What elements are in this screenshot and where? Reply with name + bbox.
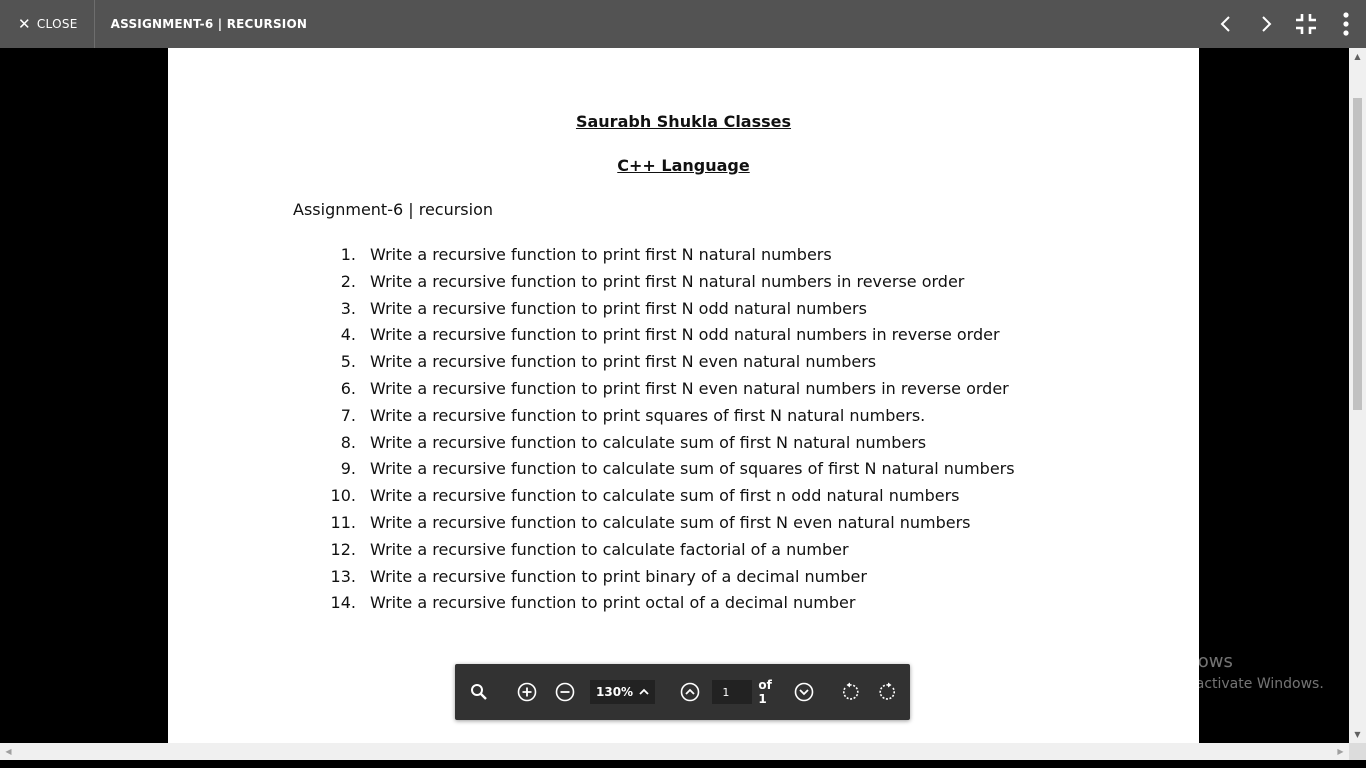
question-number: 9.	[340, 459, 356, 479]
zoom-level-value: 130%	[596, 685, 634, 699]
rotate-left-icon	[842, 682, 859, 700]
list-item: 8. Write a recursive function to calculat…	[324, 430, 1015, 457]
zoom-in-button[interactable]	[508, 664, 546, 720]
list-item: 7. Write a recursive function to print sq…	[324, 403, 1015, 430]
chevron-left-icon	[1220, 16, 1230, 32]
close-button[interactable]: ✕ CLOSE	[0, 0, 95, 48]
scroll-left-icon[interactable]: ◀	[0, 743, 17, 760]
question-number: 3.	[340, 298, 356, 318]
vertical-scroll-thumb[interactable]	[1353, 98, 1362, 410]
next-page-button[interactable]	[787, 664, 820, 720]
question-text: Write a recursive function to print firs…	[370, 245, 832, 264]
list-item: 3. Write a recursive function to print fi…	[324, 296, 1015, 323]
question-number: 2.	[340, 271, 356, 291]
question-text: Write a recursive function to print squa…	[370, 405, 926, 425]
question-number: 10.	[330, 486, 356, 506]
question-text: Write a recursive function to print octa…	[370, 593, 856, 613]
zoom-out-icon	[555, 682, 575, 702]
document-title: ASSIGNMENT-6 | RECURSION	[110, 17, 308, 31]
chevron-up-icon	[639, 688, 649, 695]
question-text: Write a recursive function to calculate …	[370, 459, 1015, 479]
watermark-subtitle: Go to Settings to activate Windows.	[1073, 676, 1324, 692]
close-icon: ✕	[18, 14, 31, 33]
bottom-strip	[0, 760, 1366, 768]
list-item: 12. Write a recursive function to calcula…	[324, 537, 1015, 564]
page-subheading: C++ Language	[617, 156, 750, 175]
list-item: 2. Write a recursive function to print fi…	[324, 269, 1015, 296]
list-item: 6. Write a recursive function to print fi…	[324, 376, 1015, 403]
question-number: 7.	[340, 405, 356, 425]
previous-page-icon	[680, 682, 700, 702]
question-number: 14.	[330, 593, 356, 613]
page-heading: Saurabh Shukla Classes	[575, 112, 792, 131]
list-item: 9. Write a recursive function to calculat…	[324, 456, 1015, 483]
list-item: 5. Write a recursive function to print fi…	[324, 349, 1015, 376]
vertical-scrollbar[interactable]: ▲ ▼	[1349, 48, 1366, 743]
rotate-right-button[interactable]	[869, 664, 907, 720]
question-text: Write a recursive function to calculate …	[370, 512, 971, 532]
next-document-button[interactable]	[1246, 0, 1286, 48]
question-text: Write a recursive function to print bina…	[370, 566, 867, 586]
top-actions	[1206, 0, 1366, 48]
pdf-toolbar: 130% of 1	[455, 664, 910, 720]
scroll-up-icon[interactable]: ▲	[1349, 48, 1366, 65]
question-list: 1. Write a recursive function to print fi…	[324, 242, 1015, 617]
question-text: Write a recursive function to print firs…	[370, 352, 877, 372]
question-text: Write a recursive function to print firs…	[370, 378, 1009, 398]
close-label: CLOSE	[36, 17, 78, 31]
search-icon	[471, 684, 487, 700]
list-item: 11. Write a recursive function to calcula…	[324, 510, 1015, 537]
list-item: 10. Write a recursive function to calcula…	[324, 483, 1015, 510]
document-page: Saurabh Shukla Classes C++ Language Assi…	[168, 48, 1199, 743]
horizontal-scrollbar[interactable]: ◀ ▶	[0, 743, 1349, 760]
question-number: 11.	[330, 512, 356, 532]
scroll-down-icon[interactable]: ▼	[1349, 726, 1366, 743]
list-item: 1. Write a recursive function to print fi…	[324, 242, 1015, 269]
list-item: 14. Write a recursive function to print o…	[324, 590, 1015, 617]
chevron-right-icon	[1262, 16, 1272, 32]
question-text: Write a recursive function to calculate …	[370, 486, 960, 506]
page-count-label: of 1	[758, 678, 772, 706]
question-number: 12.	[330, 539, 356, 559]
more-vertical-icon	[1343, 12, 1349, 36]
top-bar: ✕ CLOSE ASSIGNMENT-6 | RECURSION	[0, 0, 1366, 48]
question-number: 1.	[340, 245, 356, 264]
page-number-input[interactable]	[712, 680, 753, 704]
next-page-icon	[794, 682, 814, 702]
rotate-left-button[interactable]	[831, 664, 869, 720]
exit-fullscreen-icon	[1296, 14, 1316, 34]
scrollbar-corner	[1349, 743, 1366, 760]
previous-document-button[interactable]	[1206, 0, 1246, 48]
question-text: Write a recursive function to calculate …	[370, 539, 849, 559]
activation-watermark: Activate Windows Go to Settings to activ…	[1073, 651, 1324, 692]
question-text: Write a recursive function to calculate …	[370, 432, 927, 452]
question-number: 6.	[340, 378, 356, 398]
list-item: 4. Write a recursive function to print fi…	[324, 322, 1015, 349]
question-text: Write a recursive function to print firs…	[370, 271, 965, 291]
question-number: 8.	[340, 432, 356, 452]
question-number: 13.	[330, 566, 356, 586]
exit-fullscreen-button[interactable]	[1286, 0, 1326, 48]
rotate-right-icon	[879, 682, 895, 700]
previous-page-button[interactable]	[673, 664, 706, 720]
zoom-in-icon	[517, 682, 537, 702]
question-number: 5.	[340, 352, 356, 372]
assignment-title: Assignment-6 | recursion	[293, 200, 494, 219]
zoom-level-select[interactable]: 130%	[590, 680, 656, 704]
watermark-title: Activate Windows	[1073, 651, 1233, 672]
scroll-right-icon[interactable]: ▶	[1332, 743, 1349, 760]
question-text: Write a recursive function to print firs…	[370, 298, 867, 318]
list-item: 13. Write a recursive function to print b…	[324, 564, 1015, 591]
question-number: 4.	[340, 325, 356, 345]
question-text: Write a recursive function to print firs…	[370, 325, 1000, 345]
search-button[interactable]	[460, 664, 498, 720]
zoom-out-button[interactable]	[546, 664, 584, 720]
more-options-button[interactable]	[1326, 0, 1366, 48]
